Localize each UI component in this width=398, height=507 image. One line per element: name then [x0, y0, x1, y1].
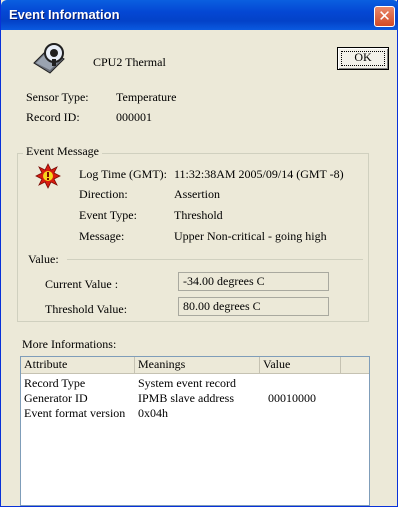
current-value-field: -34.00 degrees C	[178, 272, 329, 291]
threshold-value-label: Threshold Value:	[45, 302, 128, 316]
sensor-name: CPU2 Thermal	[93, 55, 166, 69]
record-id-value: 000001	[116, 110, 152, 124]
close-button[interactable]: ✕	[374, 6, 395, 27]
table-cell: 0x04h	[138, 406, 168, 420]
table-cell: IPMB slave address	[138, 391, 234, 405]
thermal-sensor-icon	[33, 43, 65, 74]
ok-button[interactable]: OK	[337, 47, 389, 70]
direction-value: Assertion	[174, 187, 220, 201]
message-label: Message:	[79, 229, 125, 243]
alert-burst-icon	[35, 163, 61, 189]
table-cell: 00010000	[268, 391, 316, 405]
table-row[interactable]: Event format version	[24, 406, 125, 421]
log-time-label: Log Time (GMT):	[79, 167, 168, 181]
value-label: Value:	[28, 252, 59, 266]
window-title: Event Information	[9, 7, 120, 22]
table-cell: System event record	[138, 376, 236, 390]
column-header-meanings[interactable]: Meanings	[135, 357, 260, 373]
table-row[interactable]: Record Type	[24, 376, 85, 391]
current-value-label: Current Value :	[45, 277, 119, 291]
message-value: Upper Non-critical - going high	[174, 229, 327, 243]
event-message-legend: Event Message	[23, 144, 102, 159]
sensor-type-value: Temperature	[116, 90, 177, 104]
table-row[interactable]: Generator ID	[24, 391, 88, 406]
column-header-value[interactable]: Value	[260, 357, 341, 373]
column-header-attribute[interactable]: Attribute	[21, 357, 135, 373]
sensor-type-label: Sensor Type:	[26, 90, 89, 104]
table-header: Attribute Meanings Value	[21, 357, 369, 374]
more-info-table[interactable]: Attribute Meanings Value Record Type Sys…	[20, 356, 370, 506]
record-id-label: Record ID:	[26, 110, 80, 124]
title-bar[interactable]: Event Information ✕	[1, 0, 398, 30]
threshold-value-field: 80.00 degrees C	[178, 297, 329, 316]
event-type-label: Event Type:	[79, 208, 137, 222]
value-separator	[67, 259, 363, 260]
more-informations-label: More Informations:	[22, 337, 117, 351]
event-information-window: Event Information ✕ CPU2 Thermal OK Sens…	[0, 0, 398, 507]
direction-label: Direction:	[79, 187, 128, 201]
log-time-value: 11:32:38AM 2005/09/14 (GMT -8)	[174, 167, 344, 181]
event-type-value: Threshold	[174, 208, 223, 222]
